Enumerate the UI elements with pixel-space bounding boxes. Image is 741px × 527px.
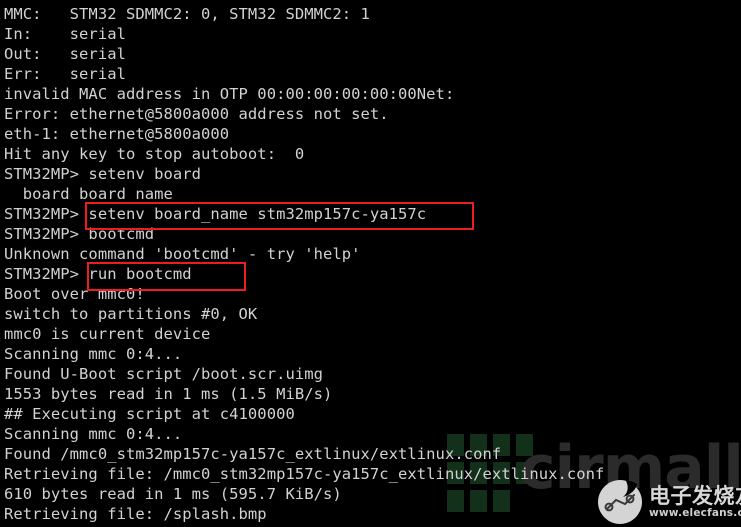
- console-line: Retrieving file: /splash.bmp: [4, 505, 267, 523]
- console-line: Boot over mmc0!: [4, 285, 145, 303]
- console-output: MMC: STM32 SDMMC2: 0, STM32 SDMMC2: 1 In…: [0, 0, 741, 527]
- console-line: eth-1: ethernet@5800a000: [4, 125, 230, 143]
- console-line: Out: serial: [4, 45, 126, 63]
- terminal-window: cirmall MMC: STM32 SDMMC2: 0, STM32 SDMM…: [0, 0, 741, 527]
- console-line: board board name: [4, 185, 173, 203]
- console-line: switch to partitions #0, OK: [4, 305, 258, 323]
- console-line: mmc0 is current device: [4, 325, 211, 343]
- console-line: Scanning mmc 0:4...: [4, 425, 183, 443]
- console-line-command-highlighted: STM32MP> run bootcmd: [4, 265, 192, 283]
- console-line: Error: ethernet@5800a000 address not set…: [4, 105, 389, 123]
- console-line: Unknown command 'bootcmd' - try 'help': [4, 245, 361, 263]
- console-line: Hit any key to stop autoboot: 0: [4, 145, 305, 163]
- console-line-command: STM32MP> setenv board: [4, 165, 202, 183]
- console-line: Retrieving file: /mmc0_stm32mp157c-ya157…: [4, 465, 605, 483]
- console-line: In: serial: [4, 25, 126, 43]
- console-line: MMC: STM32 SDMMC2: 0, STM32 SDMMC2: 1: [4, 5, 370, 23]
- console-line-command: STM32MP> bootcmd: [4, 225, 155, 243]
- console-line: 610 bytes read in 1 ms (595.7 KiB/s): [4, 485, 342, 503]
- console-line: 1553 bytes read in 1 ms (1.5 MiB/s): [4, 385, 333, 403]
- console-line: Found /mmc0_stm32mp157c-ya157c_extlinux/…: [4, 445, 502, 463]
- console-line: Err: serial: [4, 65, 126, 83]
- console-line: invalid MAC address in OTP 00:00:00:00:0…: [4, 85, 455, 103]
- console-line-command-highlighted: STM32MP> setenv board_name stm32mp157c-y…: [4, 205, 427, 223]
- console-line: Scanning mmc 0:4...: [4, 345, 183, 363]
- console-line: ## Executing script at c4100000: [4, 405, 295, 423]
- console-line: Found U-Boot script /boot.scr.uimg: [4, 365, 323, 383]
